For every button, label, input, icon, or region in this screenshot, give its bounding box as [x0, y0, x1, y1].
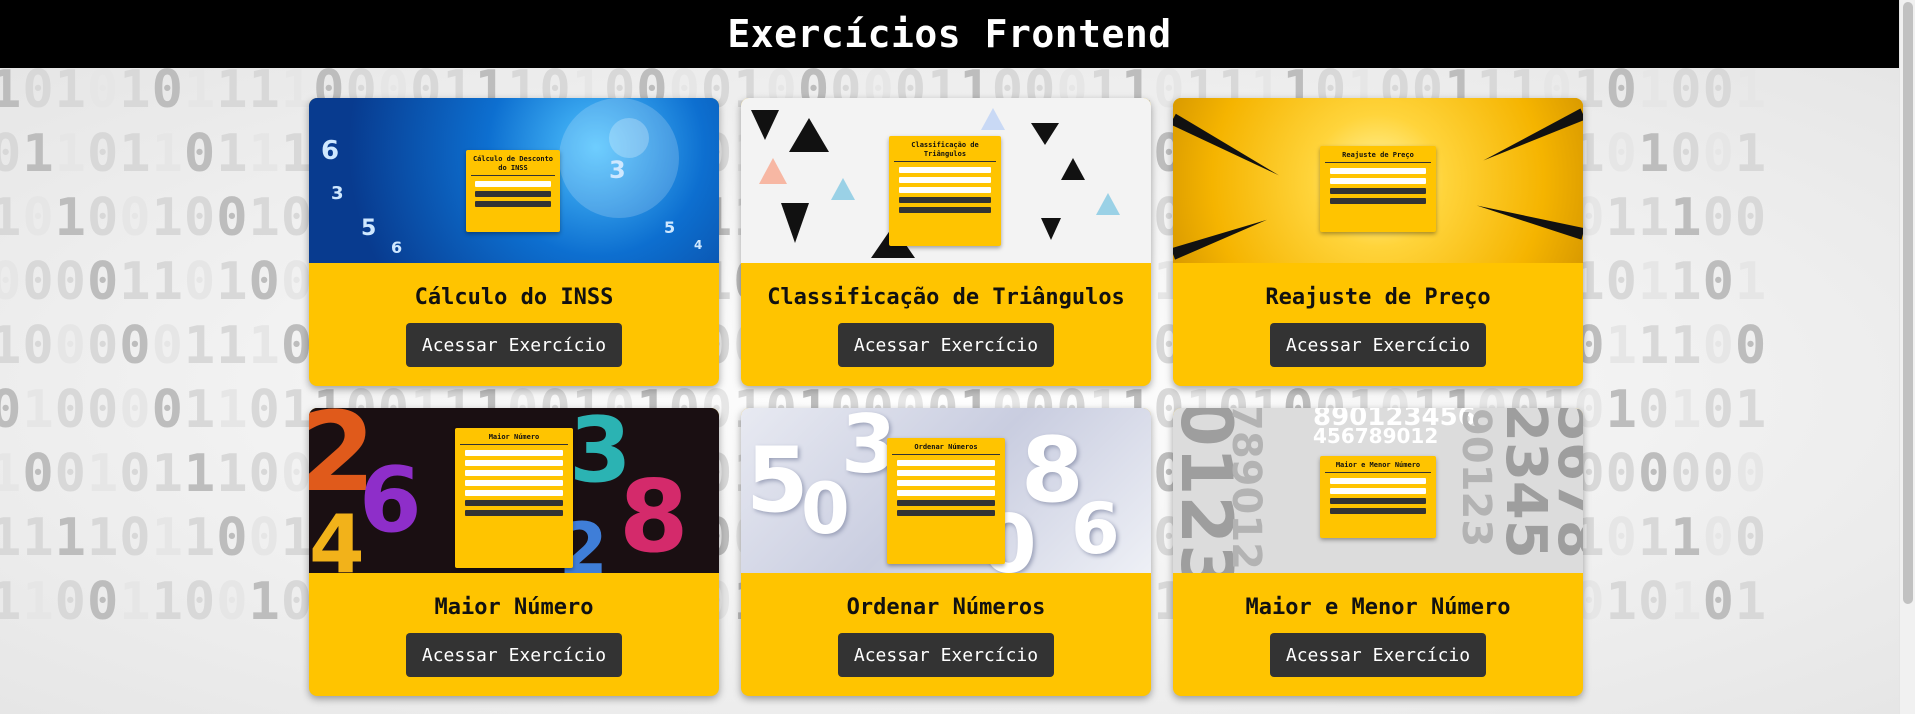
access-exercise-button-reajuste[interactable]: Acessar Exercício [1269, 323, 1487, 367]
preview-form: Maior e Menor Número [1320, 456, 1436, 538]
exercise-grid: 6 3 5 6 3 5 4 Cálculo de Desconto do INS… [309, 98, 1583, 696]
exercise-card-maior-menor: 0123 789012 890123456 456789012 90123 23… [1173, 408, 1583, 696]
card-title: Maior Número [434, 595, 594, 620]
preview-image-triangulos: Classificação de Triângulos [741, 98, 1151, 263]
access-exercise-button-maior-numero[interactable]: Acessar Exercício [405, 633, 623, 677]
card-title: Ordenar Números [846, 595, 1046, 620]
vertical-scrollbar[interactable] [1899, 0, 1915, 714]
access-exercise-button-triangulos[interactable]: Acessar Exercício [837, 323, 1055, 367]
preview-image-maior-menor: 0123 789012 890123456 456789012 90123 23… [1173, 408, 1583, 573]
card-title: Reajuste de Preço [1265, 285, 1491, 310]
preview-image-inss: 6 3 5 6 3 5 4 Cálculo de Desconto do INS… [309, 98, 719, 263]
scrollbar-thumb[interactable] [1903, 2, 1913, 604]
preview-image-ordenar: 5 0 3 8 6 0 Ordenar Números [741, 408, 1151, 573]
page-title: Exercícios Frontend [727, 12, 1172, 56]
exercise-card-maior-numero: 2 6 4 3 8 2 Maior Número Maior Número Ac… [309, 408, 719, 696]
preview-form: Maior Número [455, 428, 573, 568]
preview-form: Ordenar Números [887, 438, 1005, 564]
preview-form: Classificação de Triângulos [889, 136, 1001, 246]
exercise-card-inss: 6 3 5 6 3 5 4 Cálculo de Desconto do INS… [309, 98, 719, 386]
access-exercise-button-maior-menor[interactable]: Acessar Exercício [1269, 633, 1487, 677]
access-exercise-button-ordenar[interactable]: Acessar Exercício [837, 633, 1055, 677]
exercise-card-reajuste: Reajuste de Preço Reajuste de Preço Aces… [1173, 98, 1583, 386]
preview-form: Cálculo de Desconto do INSS [466, 150, 560, 232]
top-header: Exercícios Frontend [0, 0, 1899, 68]
card-title: Cálculo do INSS [414, 285, 614, 310]
preview-form: Reajuste de Preço [1320, 146, 1436, 232]
card-title: Maior e Menor Número [1245, 595, 1511, 620]
preview-image-maior-numero: 2 6 4 3 8 2 Maior Número [309, 408, 719, 573]
access-exercise-button-inss[interactable]: Acessar Exercício [405, 323, 623, 367]
preview-image-reajuste: Reajuste de Preço [1173, 98, 1583, 263]
exercise-card-ordenar: 5 0 3 8 6 0 Ordenar Números Ordenar Núme… [741, 408, 1151, 696]
card-title: Classificação de Triângulos [767, 285, 1125, 310]
exercise-card-triangulos: Classificação de Triângulos Classificaçã… [741, 98, 1151, 386]
